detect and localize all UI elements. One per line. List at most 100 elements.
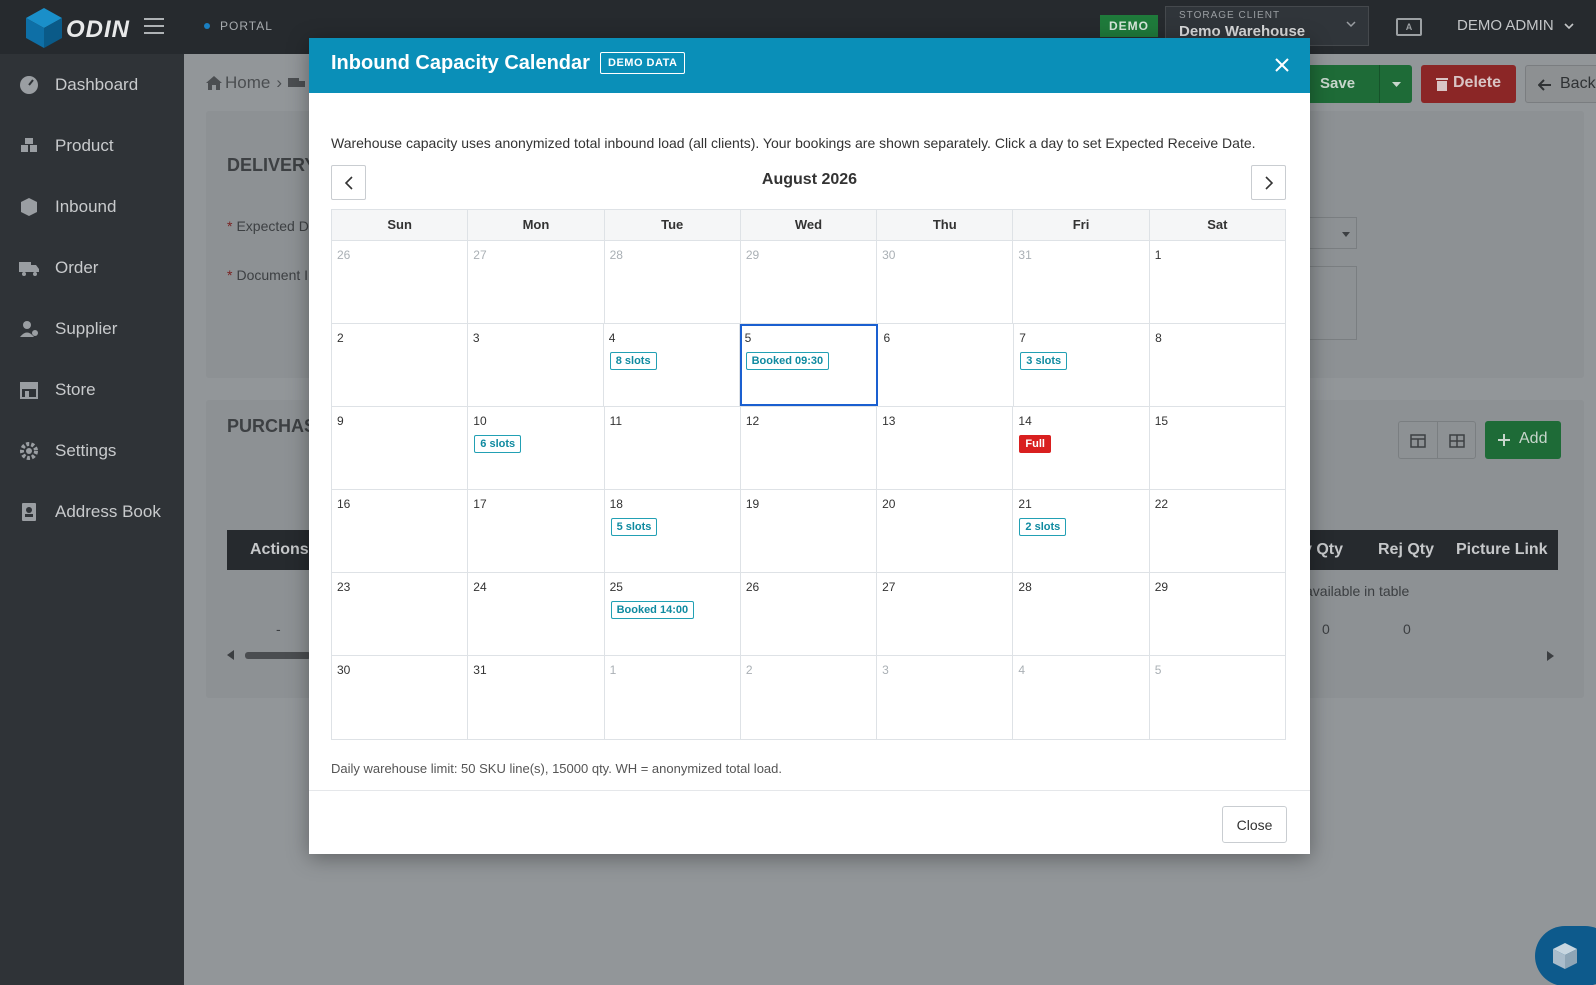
sidebar-item-label: Dashboard [55, 75, 139, 94]
delete-button[interactable]: Delete [1421, 65, 1516, 103]
save-button[interactable]: Save [1304, 65, 1412, 103]
logo[interactable]: ODIN [24, 6, 136, 50]
calendar-day[interactable]: 3 [468, 324, 604, 406]
horizontal-scrollbar[interactable] [227, 650, 311, 660]
calendar-day[interactable]: 20 [877, 490, 1014, 572]
calendar-day[interactable]: 9 [332, 407, 469, 489]
sidebar-item-product[interactable]: Product [18, 131, 114, 161]
calendar-day[interactable]: 6 [878, 324, 1015, 406]
view-toggle-group[interactable] [1398, 421, 1476, 459]
calendar-day[interactable]: 23 [332, 573, 469, 655]
calendar-day[interactable]: 10 6 slots [468, 407, 605, 489]
chevron-down-icon [1564, 23, 1574, 30]
weekday-header: Wed [741, 210, 878, 240]
calendar-day[interactable]: 11 [605, 407, 741, 489]
close-icon[interactable] [1274, 57, 1290, 73]
user-name: DEMO ADMIN [1457, 17, 1554, 34]
calendar-day[interactable]: 27 [877, 573, 1014, 655]
calendar-day[interactable]: 18 5 slots [605, 490, 741, 572]
day-number: 27 [882, 580, 896, 594]
calendar-day[interactable]: 30 [332, 656, 469, 739]
calendar-day[interactable]: 4 [1013, 656, 1150, 739]
calendar-day[interactable]: 30 [877, 241, 1014, 323]
calendar-day[interactable]: 17 [468, 490, 605, 572]
calendar-day[interactable]: 27 [468, 241, 605, 323]
back-button[interactable]: Back [1525, 65, 1596, 103]
sidebar-item-address-book[interactable]: Address Book [18, 497, 161, 527]
language-icon[interactable]: A [1396, 18, 1422, 36]
close-button[interactable]: Close [1222, 806, 1287, 843]
calendar-day[interactable]: 14 Full [1013, 407, 1150, 489]
calendar-day[interactable]: 2 [332, 324, 468, 406]
calendar-day[interactable]: 31 [1013, 241, 1150, 323]
sidebar-item-label: Inbound [55, 197, 117, 216]
add-button[interactable]: Add [1485, 421, 1561, 459]
day-number: 12 [745, 414, 760, 428]
logo-text: ODIN [66, 16, 130, 43]
day-number: 13 [882, 414, 896, 428]
calendar-day[interactable]: 29 [1150, 573, 1285, 655]
product-icon [21, 138, 37, 152]
sidebar-item-settings[interactable]: Settings [18, 436, 116, 466]
calendar-day[interactable]: 22 [1150, 490, 1285, 572]
day-number: 1 [1154, 248, 1162, 262]
calendar-day[interactable]: 1 [605, 656, 741, 739]
capacity-badge: 3 slots [1020, 352, 1068, 370]
background-textarea[interactable] [1310, 266, 1357, 340]
calendar-day[interactable]: 2 [741, 656, 878, 739]
user-menu[interactable]: DEMO ADMIN [1457, 17, 1574, 34]
save-dropdown-toggle[interactable] [1379, 65, 1412, 103]
calendar-day[interactable]: 4 8 slots [604, 324, 740, 406]
capacity-badge: 5 slots [610, 518, 658, 536]
expected-date-label: * Expected D [227, 218, 309, 234]
breadcrumb-home[interactable]: Home [225, 73, 270, 93]
day-number: 29 [1154, 580, 1169, 594]
scroll-right-arrow-icon[interactable] [1545, 651, 1555, 661]
calendar-day[interactable]: 25 Booked 14:00 [605, 573, 741, 655]
calendar-day[interactable]: 26 [741, 573, 878, 655]
calendar-day[interactable]: 19 [741, 490, 878, 572]
chevron-right-icon [1265, 176, 1274, 190]
calendar-day[interactable]: 7 3 slots [1014, 324, 1151, 406]
demo-data-badge: DEMO DATA [600, 52, 686, 74]
day-number: 26 [337, 248, 351, 262]
next-month-button[interactable] [1251, 165, 1286, 200]
column-header-picture-link: Picture Link [1456, 541, 1548, 558]
calendar-day[interactable]: 1 [1150, 241, 1285, 323]
background-select[interactable] [1310, 217, 1357, 249]
sidebar-item-order[interactable]: Order [18, 253, 98, 283]
sidebar-item-dashboard[interactable]: Dashboard [18, 70, 138, 100]
calendar-day[interactable]: 29 [741, 241, 878, 323]
full-badge: Full [1019, 435, 1051, 453]
calendar-day[interactable]: 28 [1013, 573, 1150, 655]
calendar-day[interactable]: 3 [877, 656, 1014, 739]
help-fab-button[interactable] [1535, 926, 1596, 985]
day-number: 7 [1019, 331, 1026, 345]
delete-button-label: Delete [1453, 74, 1502, 91]
menu-toggle-icon[interactable] [144, 18, 164, 34]
calendar-day[interactable]: 8 [1150, 324, 1285, 406]
calendar-day[interactable]: 15 [1150, 407, 1285, 489]
calendar-day[interactable]: 28 [605, 241, 741, 323]
table-view-icon[interactable] [1410, 434, 1426, 448]
sidebar-item-store[interactable]: Store [18, 375, 96, 405]
sidebar-item-inbound[interactable]: Inbound [18, 192, 116, 222]
calendar-day[interactable]: 26 [332, 241, 469, 323]
calendar-day[interactable]: 16 [332, 490, 469, 572]
calendar-week-row: 23 24 25 Booked 14:00 26 27 28 29 [332, 573, 1285, 656]
calendar-day[interactable]: 5 [1150, 656, 1285, 739]
calendar-day[interactable]: 21 2 slots [1013, 490, 1150, 572]
chevron-right-icon: › [276, 73, 283, 92]
calendar-day[interactable]: 13 [877, 407, 1014, 489]
sidebar-item-supplier[interactable]: Supplier [18, 314, 117, 344]
calendar-week-row: 9 10 6 slots 11 12 13 14 Full 15 [332, 407, 1285, 490]
supplier-icon [20, 321, 38, 337]
calendar-day[interactable]: 31 [468, 656, 605, 739]
modal-title: Inbound Capacity Calendar [331, 52, 590, 74]
grid-view-icon[interactable] [1449, 434, 1465, 448]
calendar-day-selected[interactable]: 5 Booked 09:30 [739, 324, 879, 406]
calendar-day[interactable]: 24 [468, 573, 605, 655]
calendar-day[interactable]: 12 [741, 407, 878, 489]
plus-icon [1498, 434, 1510, 446]
row-qty-value: 0 [1322, 621, 1330, 637]
